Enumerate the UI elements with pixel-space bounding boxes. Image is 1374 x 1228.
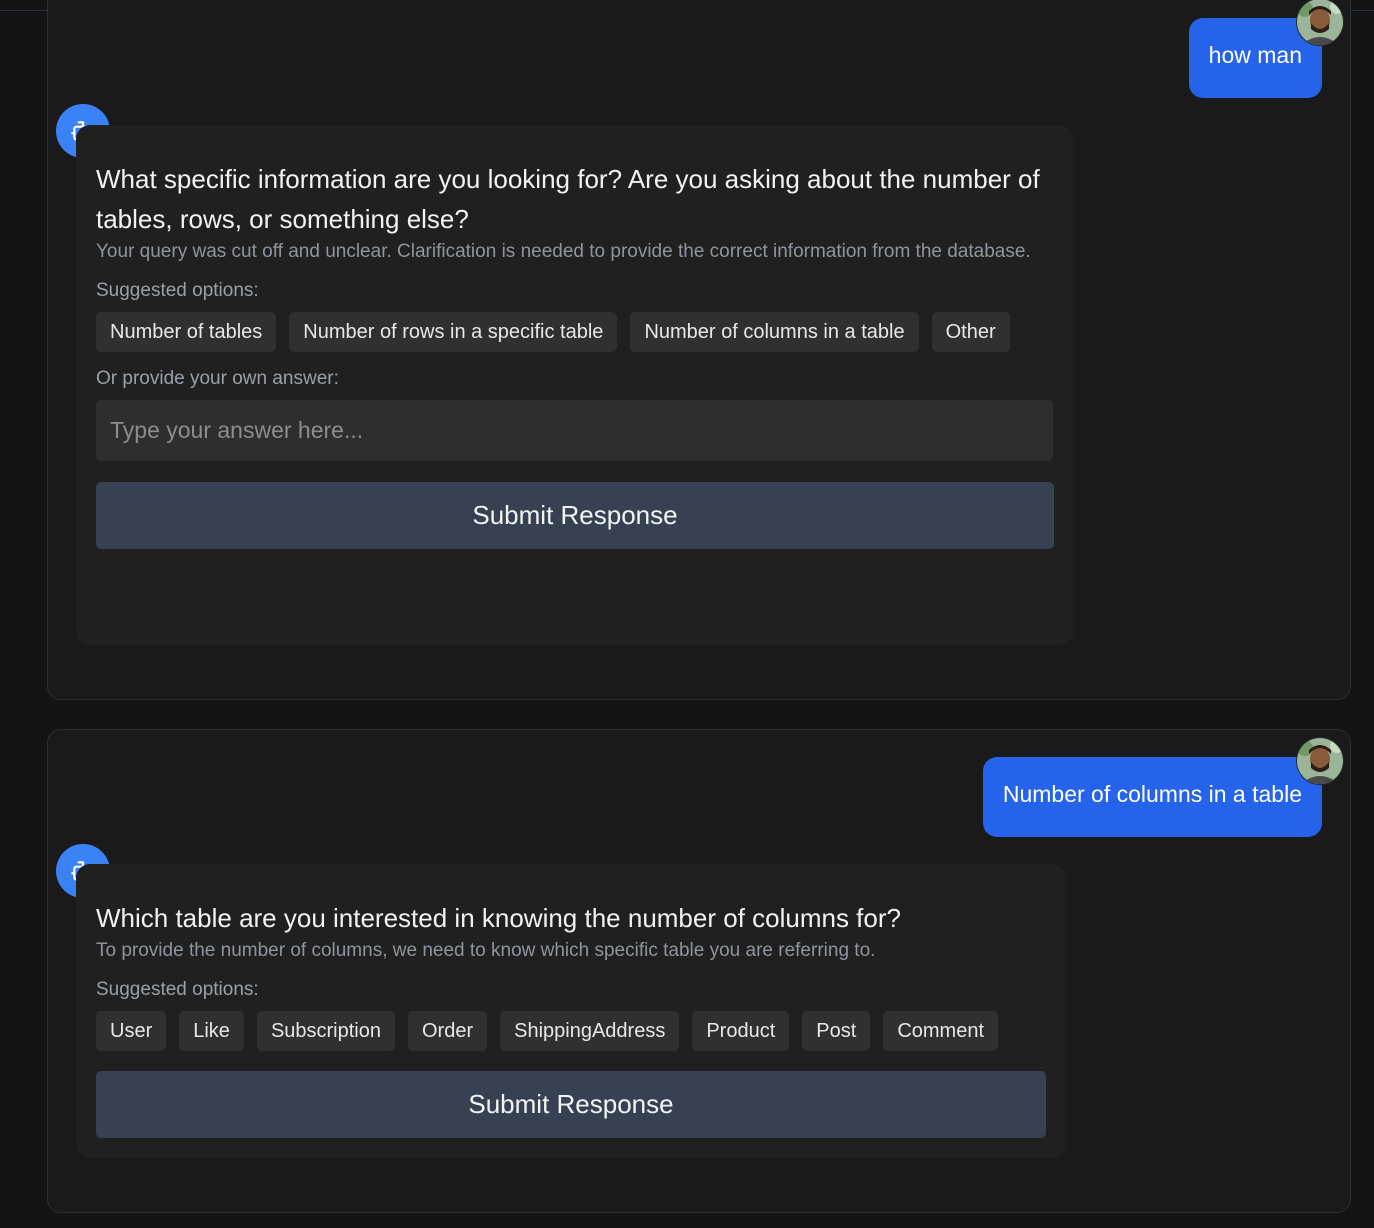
option-chip[interactable]: Post [802, 1011, 871, 1051]
custom-answer-label: Or provide your own answer: [96, 368, 339, 389]
suggested-options-label: Suggested options: [96, 979, 259, 1000]
chat-turn-2: Number of columns in a table Which table… [47, 729, 1351, 1213]
option-chip[interactable]: Order [408, 1011, 488, 1051]
suggested-options: Number of tables Number of rows in a spe… [96, 312, 1054, 352]
clarification-question: Which table are you interested in knowin… [96, 903, 901, 933]
option-chip[interactable]: Other [931, 312, 1010, 352]
user-message-bubble: Number of columns in a table [982, 757, 1322, 837]
option-chip[interactable]: Like [179, 1011, 244, 1051]
clarification-card: Which table are you interested in knowin… [76, 864, 1066, 1158]
custom-answer-input[interactable] [96, 400, 1053, 461]
suggested-options: User Like Subscription Order ShippingAdd… [96, 1011, 1046, 1051]
submit-response-button[interactable]: Submit Response [96, 1071, 1046, 1138]
suggested-options-label: Suggested options: [96, 280, 259, 301]
user-avatar[interactable] [1296, 737, 1344, 785]
option-chip[interactable]: Number of rows in a specific table [289, 312, 618, 352]
clarification-reason: Your query was cut off and unclear. Clar… [96, 241, 1031, 262]
submit-response-button[interactable]: Submit Response [96, 482, 1054, 549]
user-message-text: how man [1208, 42, 1302, 68]
clarification-question: What specific information are you lookin… [96, 164, 1040, 234]
option-chip[interactable]: Comment [883, 1011, 999, 1051]
clarification-reason: To provide the number of columns, we nee… [96, 940, 876, 961]
user-avatar[interactable] [1296, 0, 1344, 46]
clarification-card: What specific information are you lookin… [76, 125, 1074, 645]
option-chip[interactable]: ShippingAddress [500, 1011, 680, 1051]
option-chip[interactable]: Number of tables [96, 312, 277, 352]
option-chip[interactable]: Subscription [256, 1011, 395, 1051]
option-chip[interactable]: Product [692, 1011, 790, 1051]
option-chip[interactable]: User [96, 1011, 167, 1051]
user-message-text: Number of columns in a table [1002, 781, 1302, 807]
chat-turn-1: how man What specific information are yo… [47, 0, 1351, 700]
option-chip[interactable]: Number of columns in a table [630, 312, 919, 352]
